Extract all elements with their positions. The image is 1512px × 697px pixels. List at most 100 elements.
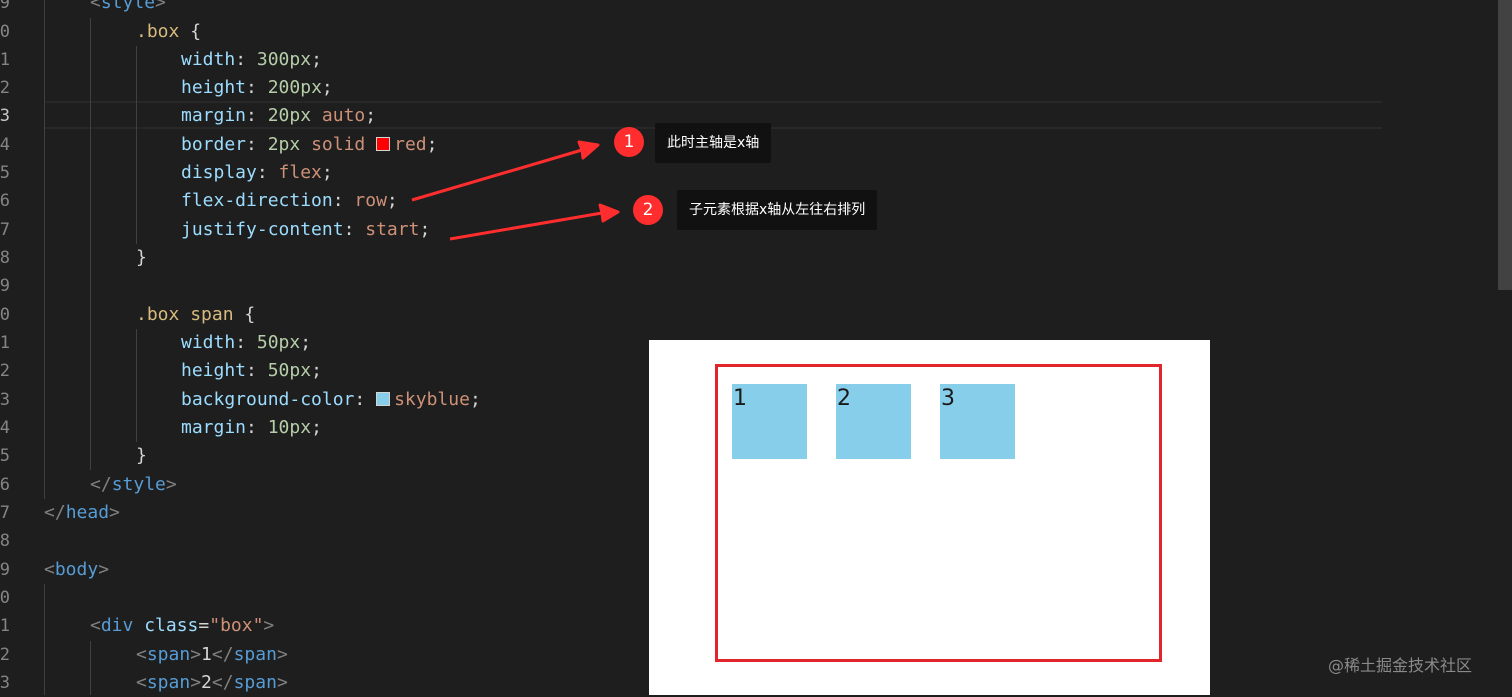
line-number: 1 (0, 616, 10, 636)
line-number: 3 (0, 673, 10, 693)
code-line[interactable]: <div class="box"> (90, 612, 274, 640)
code-token: span (190, 304, 234, 325)
code-token: body (54, 559, 99, 580)
code-token: height (181, 77, 247, 98)
line-number: 6 (0, 191, 10, 211)
indent-guide (44, 584, 45, 695)
code-token: red (394, 134, 427, 155)
line-number: 2 (0, 361, 10, 381)
code-token: 50px (267, 360, 312, 381)
line-number: 8 (0, 531, 10, 551)
code-line[interactable]: margin: 10px; (181, 414, 322, 442)
code-token: style (100, 0, 156, 13)
line-number: 3 (0, 106, 10, 126)
code-token: class (144, 615, 199, 636)
line-number: 5 (0, 163, 10, 183)
code-token: flex (278, 162, 322, 183)
line-number: 2 (0, 78, 10, 98)
indent-guide (90, 18, 91, 470)
line-number: 2 (0, 645, 10, 665)
code-line[interactable]: display: flex; (181, 159, 333, 187)
vertical-scrollbar[interactable] (1498, 0, 1512, 290)
color-swatch-skyblue[interactable] (376, 392, 391, 406)
line-number: 3 (0, 390, 10, 410)
code-token: skyblue (394, 389, 470, 410)
line-number-gutter: 9 0 1 2 3 4 5 6 7 8 9 0 1 2 3 4 5 6 7 8 … (0, 0, 14, 695)
code-token: auto (321, 105, 366, 126)
code-token: 300px (256, 49, 312, 70)
code-token: margin (181, 105, 247, 126)
arrow-2 (449, 203, 620, 241)
code-line[interactable]: border: 2px solid red; (181, 131, 437, 159)
line-number: 8 (0, 248, 10, 268)
code-token: "box" (209, 615, 264, 636)
code-line[interactable]: height: 50px; (181, 357, 322, 385)
line-number: 5 (0, 446, 10, 466)
flex-child: 3 (940, 384, 1015, 459)
code-line[interactable]: } (136, 244, 147, 272)
code-token: style (111, 474, 166, 495)
annotation-tooltip: 子元素根据x轴从左往右排列 (677, 190, 878, 230)
code-line[interactable]: .box span { (136, 301, 255, 329)
line-number: 7 (0, 503, 10, 523)
code-token: 20px (267, 105, 312, 126)
line-number: 0 (0, 22, 10, 42)
line-number: 4 (0, 418, 10, 438)
line-number: 1 (0, 50, 10, 70)
code-line[interactable]: width: 300px; (181, 46, 322, 74)
code-token: width (181, 332, 236, 353)
code-line[interactable]: width: 50px; (181, 329, 311, 357)
code-token: .box (136, 21, 180, 42)
code-line[interactable]: <span>2</span> (136, 669, 288, 697)
code-line[interactable]: <span>1</span> (136, 641, 288, 669)
code-token: width (181, 49, 236, 70)
code-line[interactable]: flex-direction: row; (181, 187, 398, 215)
code-token: display (181, 162, 257, 183)
arrow-1 (411, 140, 600, 202)
code-line[interactable]: margin: 20px auto; (181, 102, 376, 130)
flex-child: 1 (732, 384, 807, 459)
color-swatch-red[interactable] (376, 137, 391, 151)
code-token: 50px (256, 332, 301, 353)
line-number: 7 (0, 220, 10, 240)
annotation-tooltip: 此时主轴是x轴 (655, 123, 772, 163)
flex-child: 2 (836, 384, 911, 459)
annotation-badge: 1 (614, 127, 644, 157)
code-line[interactable]: <style> (90, 0, 166, 17)
code-token: head (65, 502, 110, 523)
line-number: 0 (0, 305, 10, 325)
code-token: justify-content (181, 219, 344, 240)
code-token: span (233, 672, 277, 693)
code-line[interactable]: </head> (44, 499, 120, 527)
code-token: .box (136, 304, 180, 325)
code-token: span (233, 644, 277, 665)
browser-preview: 1 2 3 (649, 340, 1210, 695)
code-line[interactable]: <body> (44, 556, 109, 584)
code-token: height (181, 360, 247, 381)
code-token: row (354, 190, 387, 211)
code-token: margin (181, 417, 247, 438)
line-number: 9 (0, 276, 10, 296)
code-line[interactable]: height: 200px; (181, 74, 333, 102)
code-token: background-color (181, 389, 355, 410)
indent-guide (90, 641, 91, 695)
code-line[interactable]: background-color: skyblue; (181, 386, 481, 414)
code-token: solid (311, 134, 366, 155)
code-line[interactable]: .box { (136, 18, 201, 46)
code-line[interactable]: justify-content: start; (181, 216, 430, 244)
code-token: span (146, 644, 191, 665)
code-line[interactable]: } (136, 442, 147, 470)
line-number: 4 (0, 135, 10, 155)
line-number: 1 (0, 333, 10, 353)
indent-guide (44, 0, 45, 499)
code-line[interactable]: </style> (90, 471, 177, 499)
code-token: border (181, 134, 247, 155)
code-token: 2px (267, 134, 301, 155)
annotation-badge: 2 (633, 195, 663, 225)
indent-guide (136, 46, 137, 244)
code-token: 1 (201, 644, 212, 665)
code-token: 2 (201, 672, 212, 693)
watermark: @稀土掘金技术社区 (1328, 656, 1473, 675)
code-token: flex-direction (181, 190, 333, 211)
code-token: 200px (267, 77, 322, 98)
